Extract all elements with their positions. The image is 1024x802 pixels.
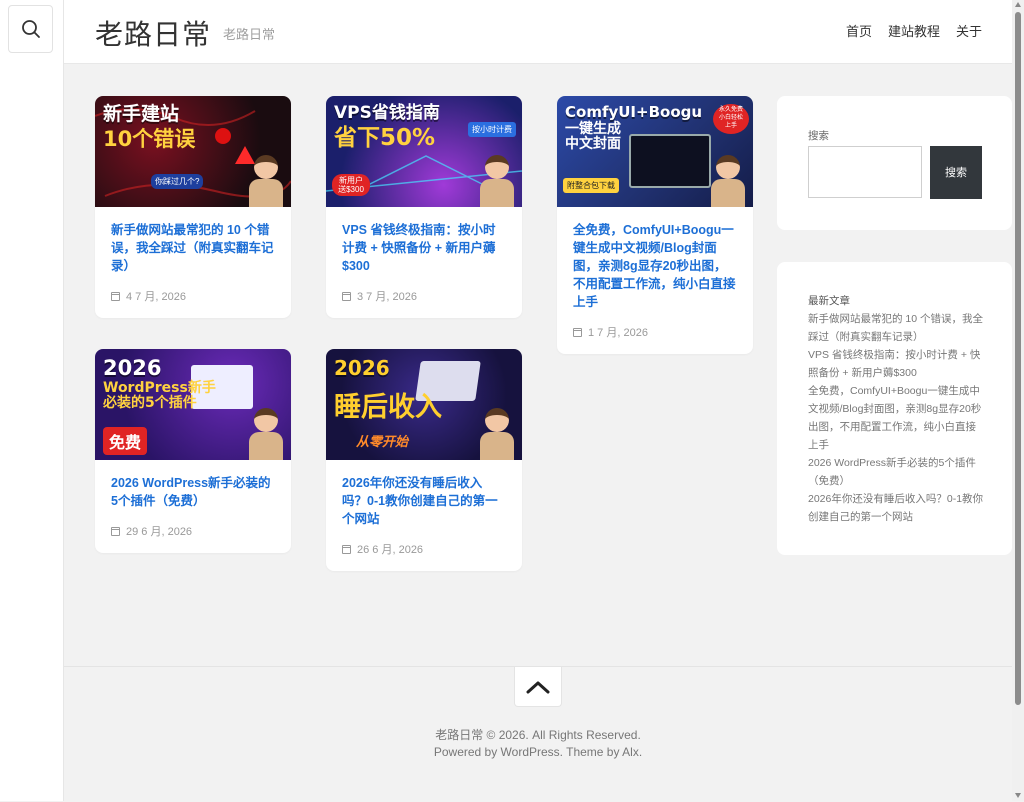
back-to-top-button[interactable] [514,667,562,707]
thumb-line1: 2026 [103,356,162,380]
post-thumbnail[interactable]: 2026 WordPress新手 必装的5个插件 免费 [95,349,291,460]
chevron-up-icon [526,681,550,693]
site-description: 老路日常 [223,27,276,42]
thumb-line1: 新手建站 [103,103,180,125]
recent-post-link[interactable]: 新手做网站最常犯的 10 个错误，我全踩过（附真实翻车记录） [808,310,984,346]
mascot-image [480,155,514,207]
mascot-image [480,408,514,460]
post-title-link[interactable]: 2026 WordPress新手必装的5个插件（免费） [111,474,275,510]
thumb-line2: WordPress新手 必装的5个插件 [103,380,216,412]
calendar-icon [573,327,582,337]
thumb-line2: 10个错误 [103,127,196,151]
post-date: 29 6 月, 2026 [111,523,275,539]
post-thumbnail[interactable]: 2026 睡后收入 从零开始 [326,349,522,460]
post-card: ComfyUI+Boogu 一键生成 中文封面 永久免费 小白轻松上手 附整合包… [557,96,753,354]
thumb-badge: 永久免费 小白轻松上手 [713,104,749,134]
calendar-icon [342,291,351,301]
mascot-image [249,155,283,207]
post-date: 1 7 月, 2026 [573,324,737,340]
recent-post-link[interactable]: VPS 省钱终极指南：按小时计费 + 快照备份 + 新用户薅$300 [808,346,984,382]
thumb-badge: 你踩过几个? [151,174,204,189]
site-header: 老路日常 老路日常 首页 建站教程 关于 [64,0,1012,64]
calendar-icon [111,526,120,536]
post-card: 2026 睡后收入 从零开始 2026年你还没有睡后收入吗？0-1教你创建自己的… [326,349,522,571]
recent-posts-title: 最新文章 [808,295,850,307]
recent-post-link[interactable]: 全免费，ComfyUI+Boogu一键生成中文视频/Blog封面图，亲测8g显存… [808,382,984,454]
thumb-badge: 免费 [103,427,148,455]
post-title-link[interactable]: 全免费，ComfyUI+Boogu一键生成中文视频/Blog封面图，亲测8g显存… [573,221,737,311]
search-widget: 搜索 搜索 [777,96,1012,230]
post-date-text: 3 7 月, 2026 [357,291,417,303]
thumb-line1: ComfyUI+Boogu [565,103,703,121]
post-title-link[interactable]: 新手做网站最常犯的 10 个错误，我全踩过（附真实翻车记录） [111,221,275,275]
post-date-text: 26 6 月, 2026 [357,544,424,556]
post-card: 新手建站 10个错误 你踩过几个? 新手做网站最常犯的 10 个错误，我全踩过（… [95,96,291,318]
footer-credits: Powered by WordPress. Theme by Alx. [433,745,643,759]
recent-posts-widget: 最新文章 新手做网站最常犯的 10 个错误，我全踩过（附真实翻车记录） VPS … [777,262,1012,555]
search-icon [21,20,40,38]
thumb-line2: 睡后收入 [334,392,442,423]
post-thumbnail[interactable]: VPS省钱指南 省下50% 按小时计费 新用户送$300 [326,96,522,207]
post-date-text: 4 7 月, 2026 [126,291,186,303]
thumb-line2: 省下50% [334,125,436,151]
post-date: 26 6 月, 2026 [342,541,506,557]
recent-post-link[interactable]: 2026年你还没有睡后收入吗？0-1教你创建自己的第一个网站 [808,490,984,526]
calendar-icon [342,544,351,554]
nav-item-about[interactable]: 关于 [956,21,982,40]
scrollbar-thumb[interactable] [1015,12,1021,705]
nav-item-home[interactable]: 首页 [846,21,872,40]
monitor-graphic [629,134,711,188]
scroll-up-arrow-icon[interactable] [1015,2,1021,7]
post-date-text: 1 7 月, 2026 [588,327,648,339]
post-date: 3 7 月, 2026 [342,288,506,304]
thumb-badge: 按小时计费 [468,122,516,137]
footer-copyright: 老路日常 © 2026. All Rights Reserved. [435,728,641,742]
nav-item-tutorials[interactable]: 建站教程 [888,21,940,40]
site-footer: 老路日常 © 2026. All Rights Reserved. Powere… [64,666,1012,802]
thumb-line2: 一键生成 中文封面 [565,121,621,153]
calendar-icon [111,291,120,301]
recent-post-link[interactable]: 2026 WordPress新手必装的5个插件（免费） [808,454,984,490]
post-thumbnail[interactable]: ComfyUI+Boogu 一键生成 中文封面 永久免费 小白轻松上手 附整合包… [557,96,753,207]
thumb-badge-secondary: 附整合包下载 [563,178,619,193]
search-submit-button[interactable]: 搜索 [930,146,982,199]
post-title-link[interactable]: 2026年你还没有睡后收入吗？0-1教你创建自己的第一个网站 [342,474,506,528]
post-date: 4 7 月, 2026 [111,288,275,304]
search-input[interactable] [808,146,922,198]
left-sidebar [0,0,64,801]
post-date-text: 29 6 月, 2026 [126,526,193,538]
thumb-line1: VPS省钱指南 [334,103,440,123]
recent-posts-list: 新手做网站最常犯的 10 个错误，我全踩过（附真实翻车记录） VPS 省钱终极指… [808,310,984,526]
main-nav: 首页 建站教程 关于 [846,21,982,40]
post-title-link[interactable]: VPS 省钱终极指南：按小时计费 + 快照备份 + 新用户薅$300 [342,221,506,275]
thumb-line1: 2026 [334,356,390,380]
page-scrollbar[interactable] [1012,0,1024,801]
site-title[interactable]: 老路日常 [95,13,211,53]
search-toggle-button[interactable] [8,5,53,53]
mascot-image [249,408,283,460]
post-thumbnail[interactable]: 新手建站 10个错误 你踩过几个? [95,96,291,207]
search-widget-label: 搜索 [808,130,829,142]
post-card: 2026 WordPress新手 必装的5个插件 免费 2026 WordPre… [95,349,291,553]
scroll-down-arrow-icon[interactable] [1015,793,1021,798]
post-card: VPS省钱指南 省下50% 按小时计费 新用户送$300 VPS 省钱终极指南：… [326,96,522,318]
mascot-image [711,155,745,207]
thumb-badge-secondary: 新用户送$300 [332,174,370,196]
thumb-badge: 从零开始 [356,434,409,449]
